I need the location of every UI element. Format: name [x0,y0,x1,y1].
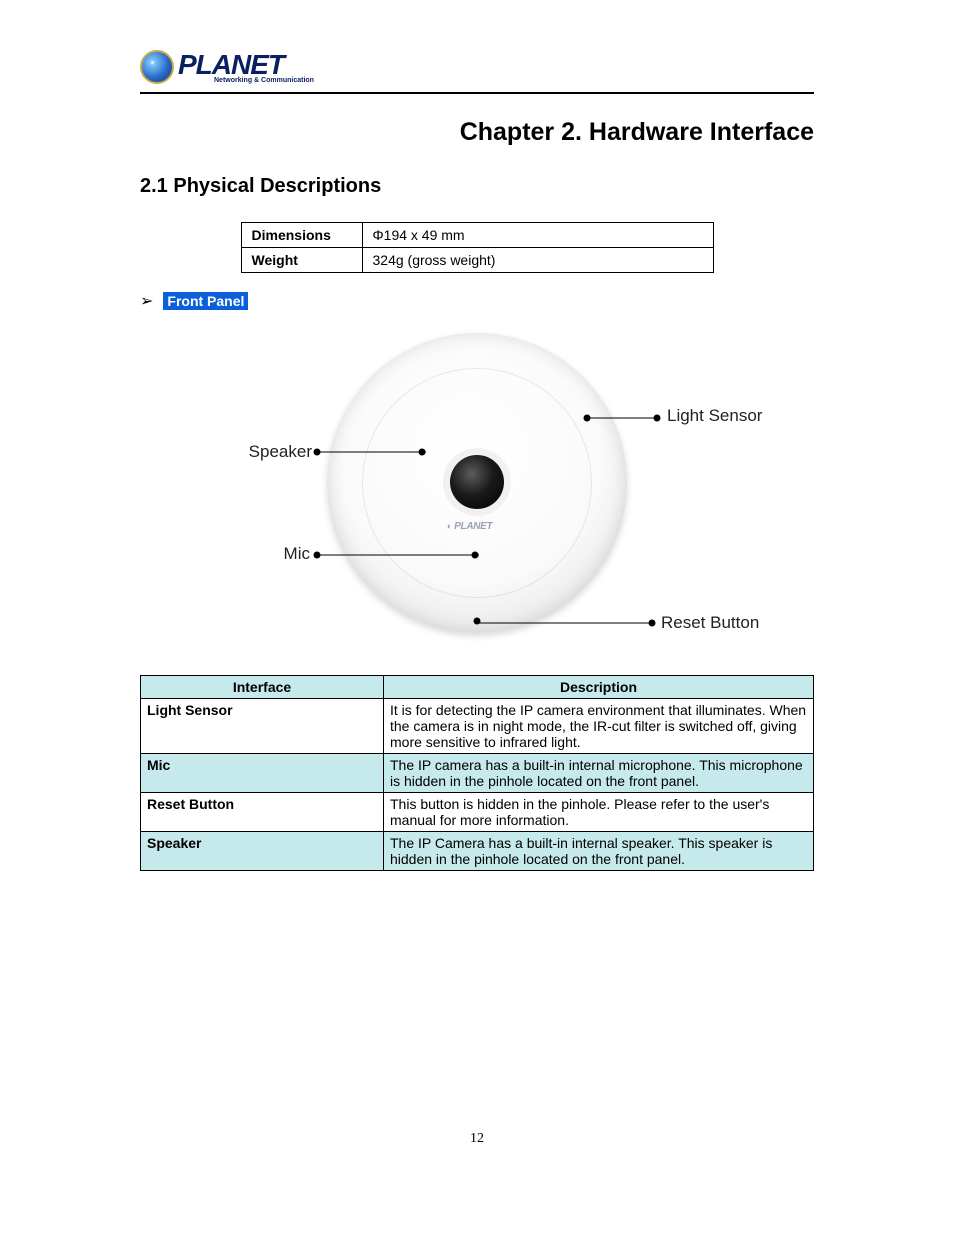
front-panel-label: Front Panel [163,292,248,310]
device-logo: PLANET [447,521,492,532]
spec-label: Dimensions [241,223,362,248]
table-row: Light Sensor It is for detecting the IP … [141,699,814,754]
th-description: Description [384,676,814,699]
iface-cell: Mic [141,754,384,793]
callout-reset: Reset Button [661,613,759,633]
callout-mic: Mic [270,544,310,564]
logo-text: PLANET [178,51,314,79]
spec-value: 324g (gross weight) [362,248,713,273]
table-row: Speaker The IP Camera has a built-in int… [141,832,814,871]
desc-cell: The IP camera has a built-in internal mi… [384,754,814,793]
table-row: Reset Button This button is hidden in th… [141,793,814,832]
pinhole-reset [475,619,479,623]
logo: PLANET Networking & Communication [140,50,814,84]
iface-cell: Reset Button [141,793,384,832]
table-row: Mic The IP camera has a built-in interna… [141,754,814,793]
desc-cell: This button is hidden in the pinhole. Pl… [384,793,814,832]
globe-icon [140,50,174,84]
front-panel-diagram: PLANET Light Sensor Speaker Mic Reset Bu… [167,323,787,653]
pinhole-light [585,416,589,420]
table-row: Dimensions Φ194 x 49 mm [241,223,713,248]
desc-cell: The IP Camera has a built-in internal sp… [384,832,814,871]
spec-label: Weight [241,248,362,273]
iface-cell: Light Sensor [141,699,384,754]
callout-light-sensor: Light Sensor [667,406,762,426]
table-row: Weight 324g (gross weight) [241,248,713,273]
pinhole-speaker [422,450,426,454]
section-title: 2.1 Physical Descriptions [140,175,814,198]
camera-lens [450,455,504,509]
header-rule [140,92,814,94]
spec-table: Dimensions Φ194 x 49 mm Weight 324g (gro… [241,222,714,273]
iface-cell: Speaker [141,832,384,871]
spec-value: Φ194 x 49 mm [362,223,713,248]
front-panel-heading: ➢ Front Panel [140,291,814,311]
th-interface: Interface [141,676,384,699]
desc-cell: It is for detecting the IP camera enviro… [384,699,814,754]
page: PLANET Networking & Communication Chapte… [0,0,954,1187]
chapter-title: Chapter 2. Hardware Interface [140,118,814,147]
page-number: 12 [140,1131,814,1147]
pinhole-mic [475,553,479,557]
arrow-icon: ➢ [140,291,153,311]
callout-speaker: Speaker [242,442,312,462]
table-header-row: Interface Description [141,676,814,699]
logo-sub: Networking & Communication [214,77,314,84]
interface-table: Interface Description Light Sensor It is… [140,675,814,871]
